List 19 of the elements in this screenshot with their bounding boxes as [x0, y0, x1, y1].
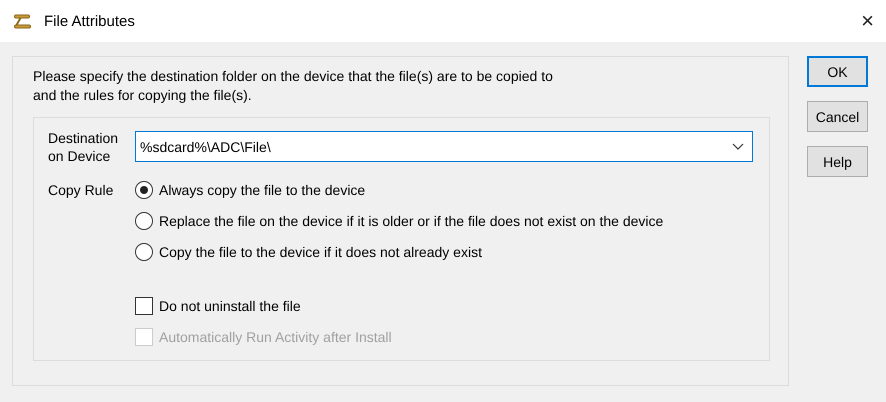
dialog-button[interactable]: Cancel — [807, 101, 868, 132]
instructions-text: Please specify the destination folder on the device that the file(s) are to be copied to and the rules for copying the file(s). — [33, 67, 554, 105]
window-title: File Attributes — [44, 12, 136, 30]
checkbox[interactable] — [135, 297, 153, 315]
copy-rule-option[interactable]: Replace the file on the device if it is older or if the file does not exist on the device — [135, 212, 664, 230]
radio-button[interactable] — [135, 243, 153, 261]
radio-button[interactable] — [135, 212, 153, 230]
copy-rule-option[interactable]: Always copy the file to the device — [135, 181, 664, 199]
checkbox-option[interactable]: Do not uninstall the file — [135, 297, 664, 315]
destination-dropdown[interactable]: %sdcard%\ADC\File\ — [135, 131, 753, 162]
copy-rule-option[interactable]: Copy the file to the device if it does not already exist — [135, 243, 664, 261]
close-button[interactable]: × — [859, 8, 876, 34]
radio-button[interactable] — [135, 181, 153, 199]
scroll-icon — [14, 13, 32, 29]
dialog-button[interactable]: OK — [807, 56, 868, 87]
copy-rule-label: Copy Rule — [48, 181, 114, 199]
destination-label: Destination on Device — [48, 129, 120, 165]
dialog-button[interactable]: Help — [807, 146, 868, 177]
chevron-down-icon — [732, 143, 744, 150]
